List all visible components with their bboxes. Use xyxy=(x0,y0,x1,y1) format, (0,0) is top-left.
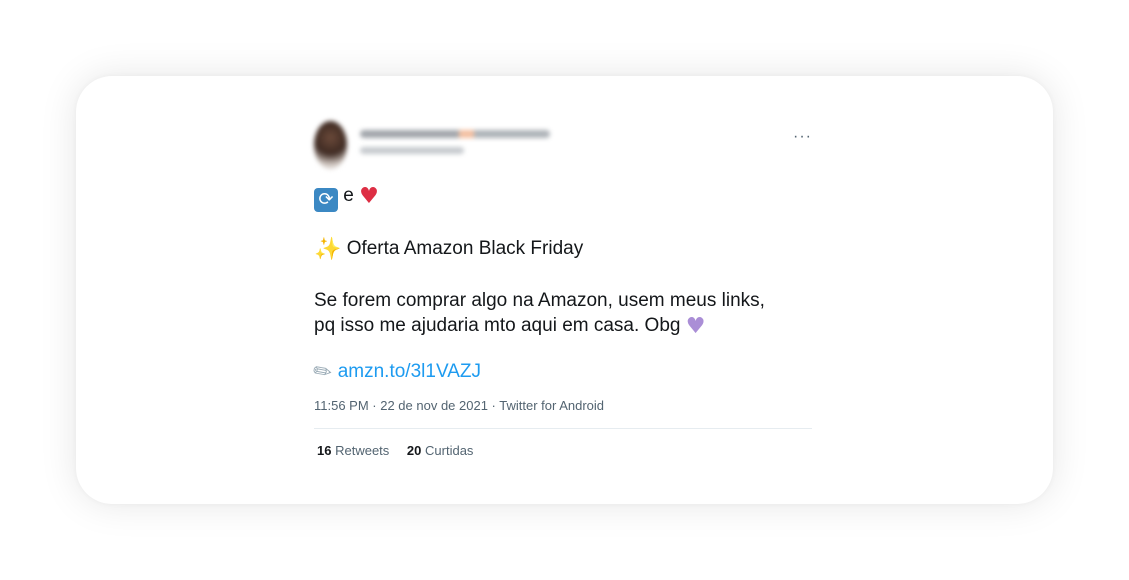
more-options-icon[interactable]: ··· xyxy=(793,129,812,145)
author-handle-blurred[interactable] xyxy=(360,147,464,154)
author-name-blurred[interactable] xyxy=(360,130,550,138)
tweet-body: Se forem comprar algo na Amazon, usem me… xyxy=(314,288,812,339)
likes-label: Curtidas xyxy=(425,443,474,458)
body-line-2: pq isso me ajudaria mto aqui em casa. Ob… xyxy=(314,315,681,336)
reaction-connector: e xyxy=(343,185,354,206)
retweet-emoji-icon: ⟳ xyxy=(314,188,338,212)
sparkles-emoji-icon: ✨ xyxy=(314,237,342,262)
purple-heart-emoji-icon: ♥ xyxy=(685,314,706,339)
likes-count: 20 xyxy=(406,443,422,458)
link-line: ✎ amzn.to/3l1VAZJ xyxy=(308,357,812,388)
retweets-label: Retweets xyxy=(335,443,390,458)
likes-stat[interactable]: 20 Curtidas xyxy=(407,443,474,459)
body-line-1: Se forem comprar algo na Amazon, usem me… xyxy=(314,290,765,311)
tweet-stats: 16 Retweets 20 Curtidas xyxy=(314,443,812,459)
divider xyxy=(314,428,812,429)
paperclip-emoji-icon: ✎ xyxy=(308,356,338,389)
tweet-card: ··· ⟳ e ♥ ✨ Oferta Amazon Black Friday S… xyxy=(76,76,1053,504)
retweets-stat[interactable]: 16 Retweets xyxy=(317,443,389,459)
retweets-count: 16 xyxy=(317,443,332,458)
tweet-header: ··· xyxy=(314,121,812,169)
headline-line: ✨ Oferta Amazon Black Friday xyxy=(314,236,812,262)
headline-text: Oferta Amazon Black Friday xyxy=(346,238,584,259)
tweet: ··· ⟳ e ♥ ✨ Oferta Amazon Black Friday S… xyxy=(308,121,812,459)
avatar[interactable] xyxy=(314,121,347,169)
heart-emoji-icon: ♥ xyxy=(359,184,379,209)
tweet-link[interactable]: amzn.to/3l1VAZJ xyxy=(338,361,481,382)
reaction-line: ⟳ e ♥ xyxy=(314,183,812,212)
tweet-meta[interactable]: 11:56 PM · 22 de nov de 2021 · Twitter f… xyxy=(314,398,812,414)
